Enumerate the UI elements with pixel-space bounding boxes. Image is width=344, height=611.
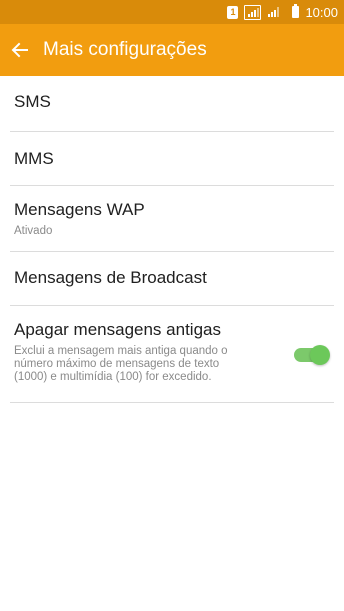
clock: 10:00 (305, 4, 338, 20)
battery-icon (292, 4, 300, 18)
sim-slot-label: 1 (230, 6, 236, 17)
toggle-knob (310, 345, 330, 365)
setting-item-title: Apagar mensagens antigas (14, 320, 221, 339)
delete-old-messages-toggle[interactable] (294, 345, 330, 365)
signal-strength-icon (244, 4, 262, 20)
setting-item-sms[interactable]: SMS (10, 76, 334, 132)
setting-item-broadcast[interactable]: Mensagens de Broadcast (10, 252, 334, 306)
status-bar: 1 10:00 (0, 0, 344, 24)
setting-item-title: SMS (14, 92, 51, 111)
setting-item-subtitle-line-3: (1000) e multimídia (100) for excedido. (14, 371, 212, 383)
setting-item-subtitle-line-1: Exclui a mensagem mais antiga quando o (14, 345, 228, 357)
settings-list: SMS MMS Mensagens WAP Ativado Mensagens … (0, 76, 344, 403)
setting-item-mms[interactable]: MMS (10, 132, 334, 186)
page-title: Mais configurações (43, 39, 207, 60)
signal-strength-2-icon (267, 6, 280, 18)
setting-item-subtitle-line-2: número máximo de mensagens de texto (14, 358, 220, 370)
setting-item-wap[interactable]: Mensagens WAP Ativado (10, 186, 334, 252)
status-icons: 1 10:00 (227, 0, 338, 24)
setting-item-delete-old[interactable]: Apagar mensagens antigas Exclui a mensag… (10, 306, 334, 403)
setting-item-title: MMS (14, 149, 54, 168)
app-bar: Mais configurações (0, 24, 344, 76)
setting-item-title: Mensagens de Broadcast (14, 268, 207, 287)
setting-item-title: Mensagens WAP (14, 200, 145, 219)
arrow-left-icon[interactable] (9, 39, 31, 61)
sim-card-icon: 1 (227, 5, 239, 19)
setting-item-subtitle: Ativado (14, 225, 53, 237)
